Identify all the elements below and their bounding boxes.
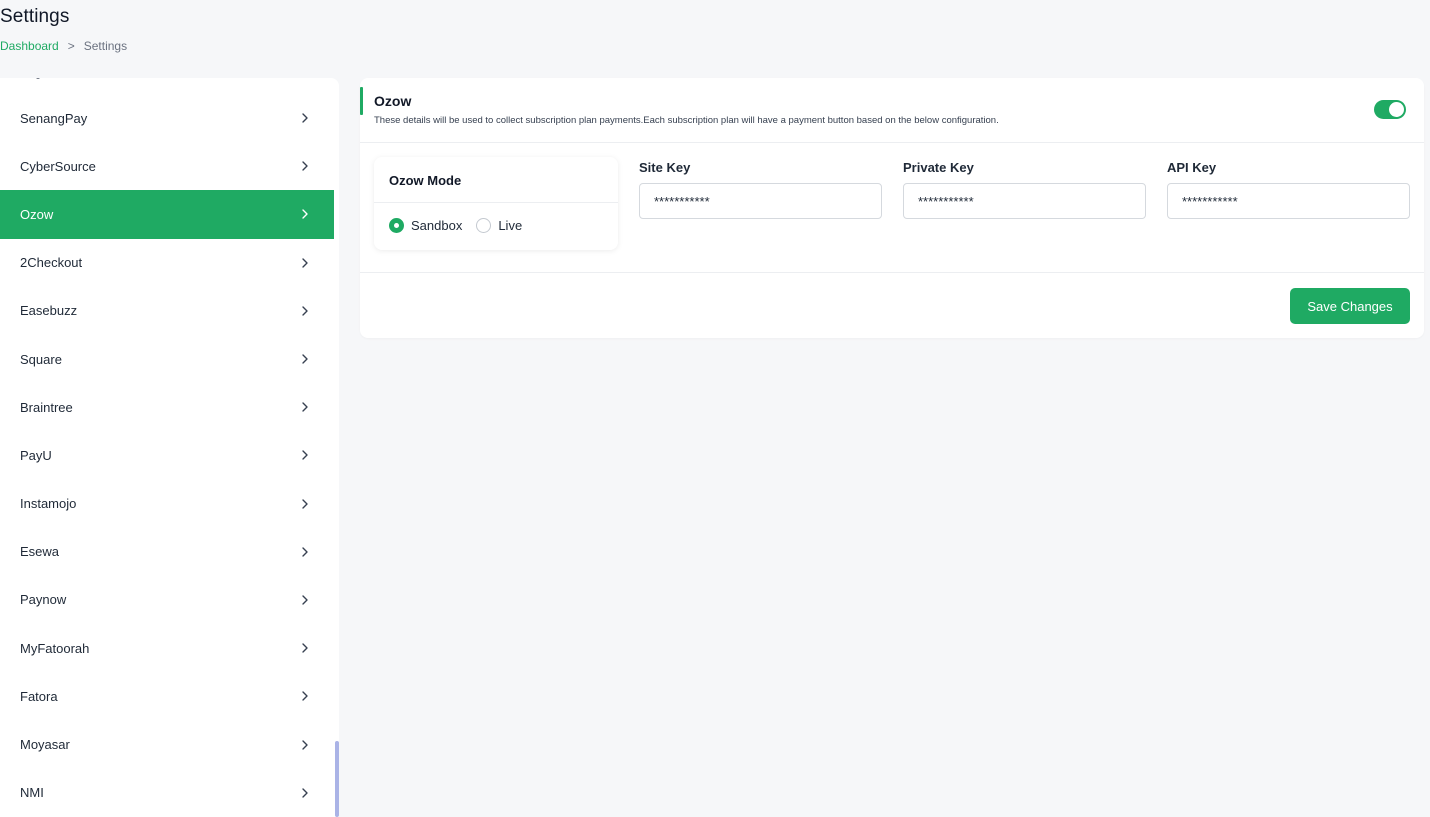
chevron-right-icon <box>300 595 310 605</box>
sidebar-item-cybersource[interactable]: CyberSource <box>0 142 334 190</box>
chevron-right-icon <box>300 450 310 461</box>
api-key-field: API Key <box>1167 160 1410 219</box>
sidebar-item-label: PayU <box>20 447 52 463</box>
api-key-input[interactable] <box>1167 183 1410 219</box>
chevron-right-icon <box>300 306 310 316</box>
ozow-settings-card: Ozow These details will be used to colle… <box>360 78 1424 338</box>
card-title: Ozow <box>374 93 412 109</box>
mode-title: Ozow Mode <box>389 173 462 188</box>
sidebar-item-label: Esewa <box>20 544 60 560</box>
sidebar-item-label: Instamojo <box>20 496 77 512</box>
sidebar-item-myfatoorah[interactable]: MyFatoorah <box>0 624 334 672</box>
sidebar-item-easebuzz[interactable]: Easebuzz <box>0 287 334 335</box>
card-header: Ozow These details will be used to colle… <box>360 78 1424 143</box>
sidebar-item-label: Square <box>20 351 62 367</box>
chevron-right-icon <box>300 209 310 220</box>
mode-box: Ozow Mode Sandbox Live <box>374 157 618 250</box>
chevron-right-icon <box>300 643 310 653</box>
api-key-label: API Key <box>1167 160 1217 175</box>
chevron-right-icon <box>300 498 310 509</box>
sidebar-item-esewa[interactable]: Esewa <box>0 528 334 576</box>
card-footer-divider <box>360 272 1424 273</box>
radio-label-live: Live <box>498 218 523 233</box>
sidebar-item-label: 2Checkout <box>20 255 83 271</box>
chevron-right-icon <box>300 113 310 123</box>
chevron-right-icon <box>300 739 310 750</box>
private-key-input[interactable] <box>903 183 1146 219</box>
sidebar-item-label: NMI <box>20 785 44 801</box>
sidebar-item-label: Easebuzz <box>20 303 78 319</box>
private-key-label: Private Key <box>903 160 974 175</box>
chevron-right-icon <box>300 257 310 268</box>
chevron-right-icon <box>300 354 310 364</box>
chevron-right-icon <box>300 691 310 702</box>
sidebar-item-label: Braintree <box>20 399 73 415</box>
sidebar-item-paynow[interactable]: Paynow <box>0 576 334 624</box>
radio-label-sandbox: Sandbox <box>411 218 463 233</box>
mode-radio-group: Sandbox Live <box>389 218 536 233</box>
chevron-right-icon <box>300 402 310 412</box>
sidebar-item-label: Moyasar <box>20 737 70 753</box>
breadcrumb-current: Settings <box>83 39 128 53</box>
page-header: Settings <box>0 6 69 28</box>
sidebar-item-label: SenangPay <box>20 110 88 126</box>
sidebar-item-braintree[interactable]: Braintree <box>0 383 334 431</box>
chevron-right-icon <box>300 161 310 171</box>
sidebar-clipped-item <box>0 78 334 86</box>
chevron-right-icon <box>300 788 310 798</box>
header-accent-bar <box>360 87 363 115</box>
sidebar-item-ozow[interactable]: Ozow <box>0 190 334 239</box>
sidebar-scrollbar[interactable] <box>335 741 339 817</box>
mode-option-live[interactable]: Live <box>476 218 522 233</box>
page-title: Settings <box>0 6 70 27</box>
sidebar-item-label: Paynow <box>20 592 67 608</box>
gateway-enable-toggle[interactable] <box>1374 100 1406 119</box>
sidebar-item-label: Ozow <box>20 206 54 222</box>
card-description: These details will be used to collect su… <box>374 115 999 126</box>
chevron-right-icon <box>300 547 310 557</box>
sidebar-item-payu[interactable]: PayU <box>0 431 334 479</box>
sidebar-item-moyasar[interactable]: Moyasar <box>0 720 334 768</box>
sidebar-item-2checkout[interactable]: 2Checkout <box>0 239 334 287</box>
radio-live[interactable] <box>476 218 492 233</box>
breadcrumb: Dashboard > Settings <box>0 39 127 53</box>
sidebar-item-square[interactable]: Square <box>0 335 334 383</box>
breadcrumb-separator-icon: > <box>67 39 75 53</box>
sidebar-item-senangpay[interactable]: SenangPay <box>0 94 334 142</box>
toggle-knob <box>1389 102 1404 117</box>
mode-option-sandbox[interactable]: Sandbox <box>389 218 462 233</box>
sidebar-item-nmi[interactable]: NMI <box>0 769 334 817</box>
sidebar-item-label: CyberSource <box>20 158 96 174</box>
sidebar-item-label: Fatora <box>20 688 58 704</box>
sidebar-item-label: MyFatoorah <box>20 640 90 656</box>
private-key-field: Private Key <box>903 160 1146 219</box>
sidebar-item-instamojo[interactable]: Instamojo <box>0 480 334 528</box>
radio-sandbox[interactable] <box>389 218 404 233</box>
site-key-label: Site Key <box>639 160 691 175</box>
site-key-field: Site Key <box>639 160 882 219</box>
sidebar-list: SenangPay CyberSource Ozow 2Checkout Easebuz… <box>0 94 334 817</box>
save-changes-button[interactable]: Save Changes <box>1290 288 1410 324</box>
site-key-input[interactable] <box>639 183 882 219</box>
breadcrumb-dashboard-link[interactable]: Dashboard <box>0 39 59 53</box>
mode-divider <box>374 202 618 203</box>
sidebar-item-fatora[interactable]: Fatora <box>0 672 334 720</box>
payment-gateway-sidebar: SenangPay CyberSource Ozow 2Checkout Easebuz… <box>0 78 339 817</box>
